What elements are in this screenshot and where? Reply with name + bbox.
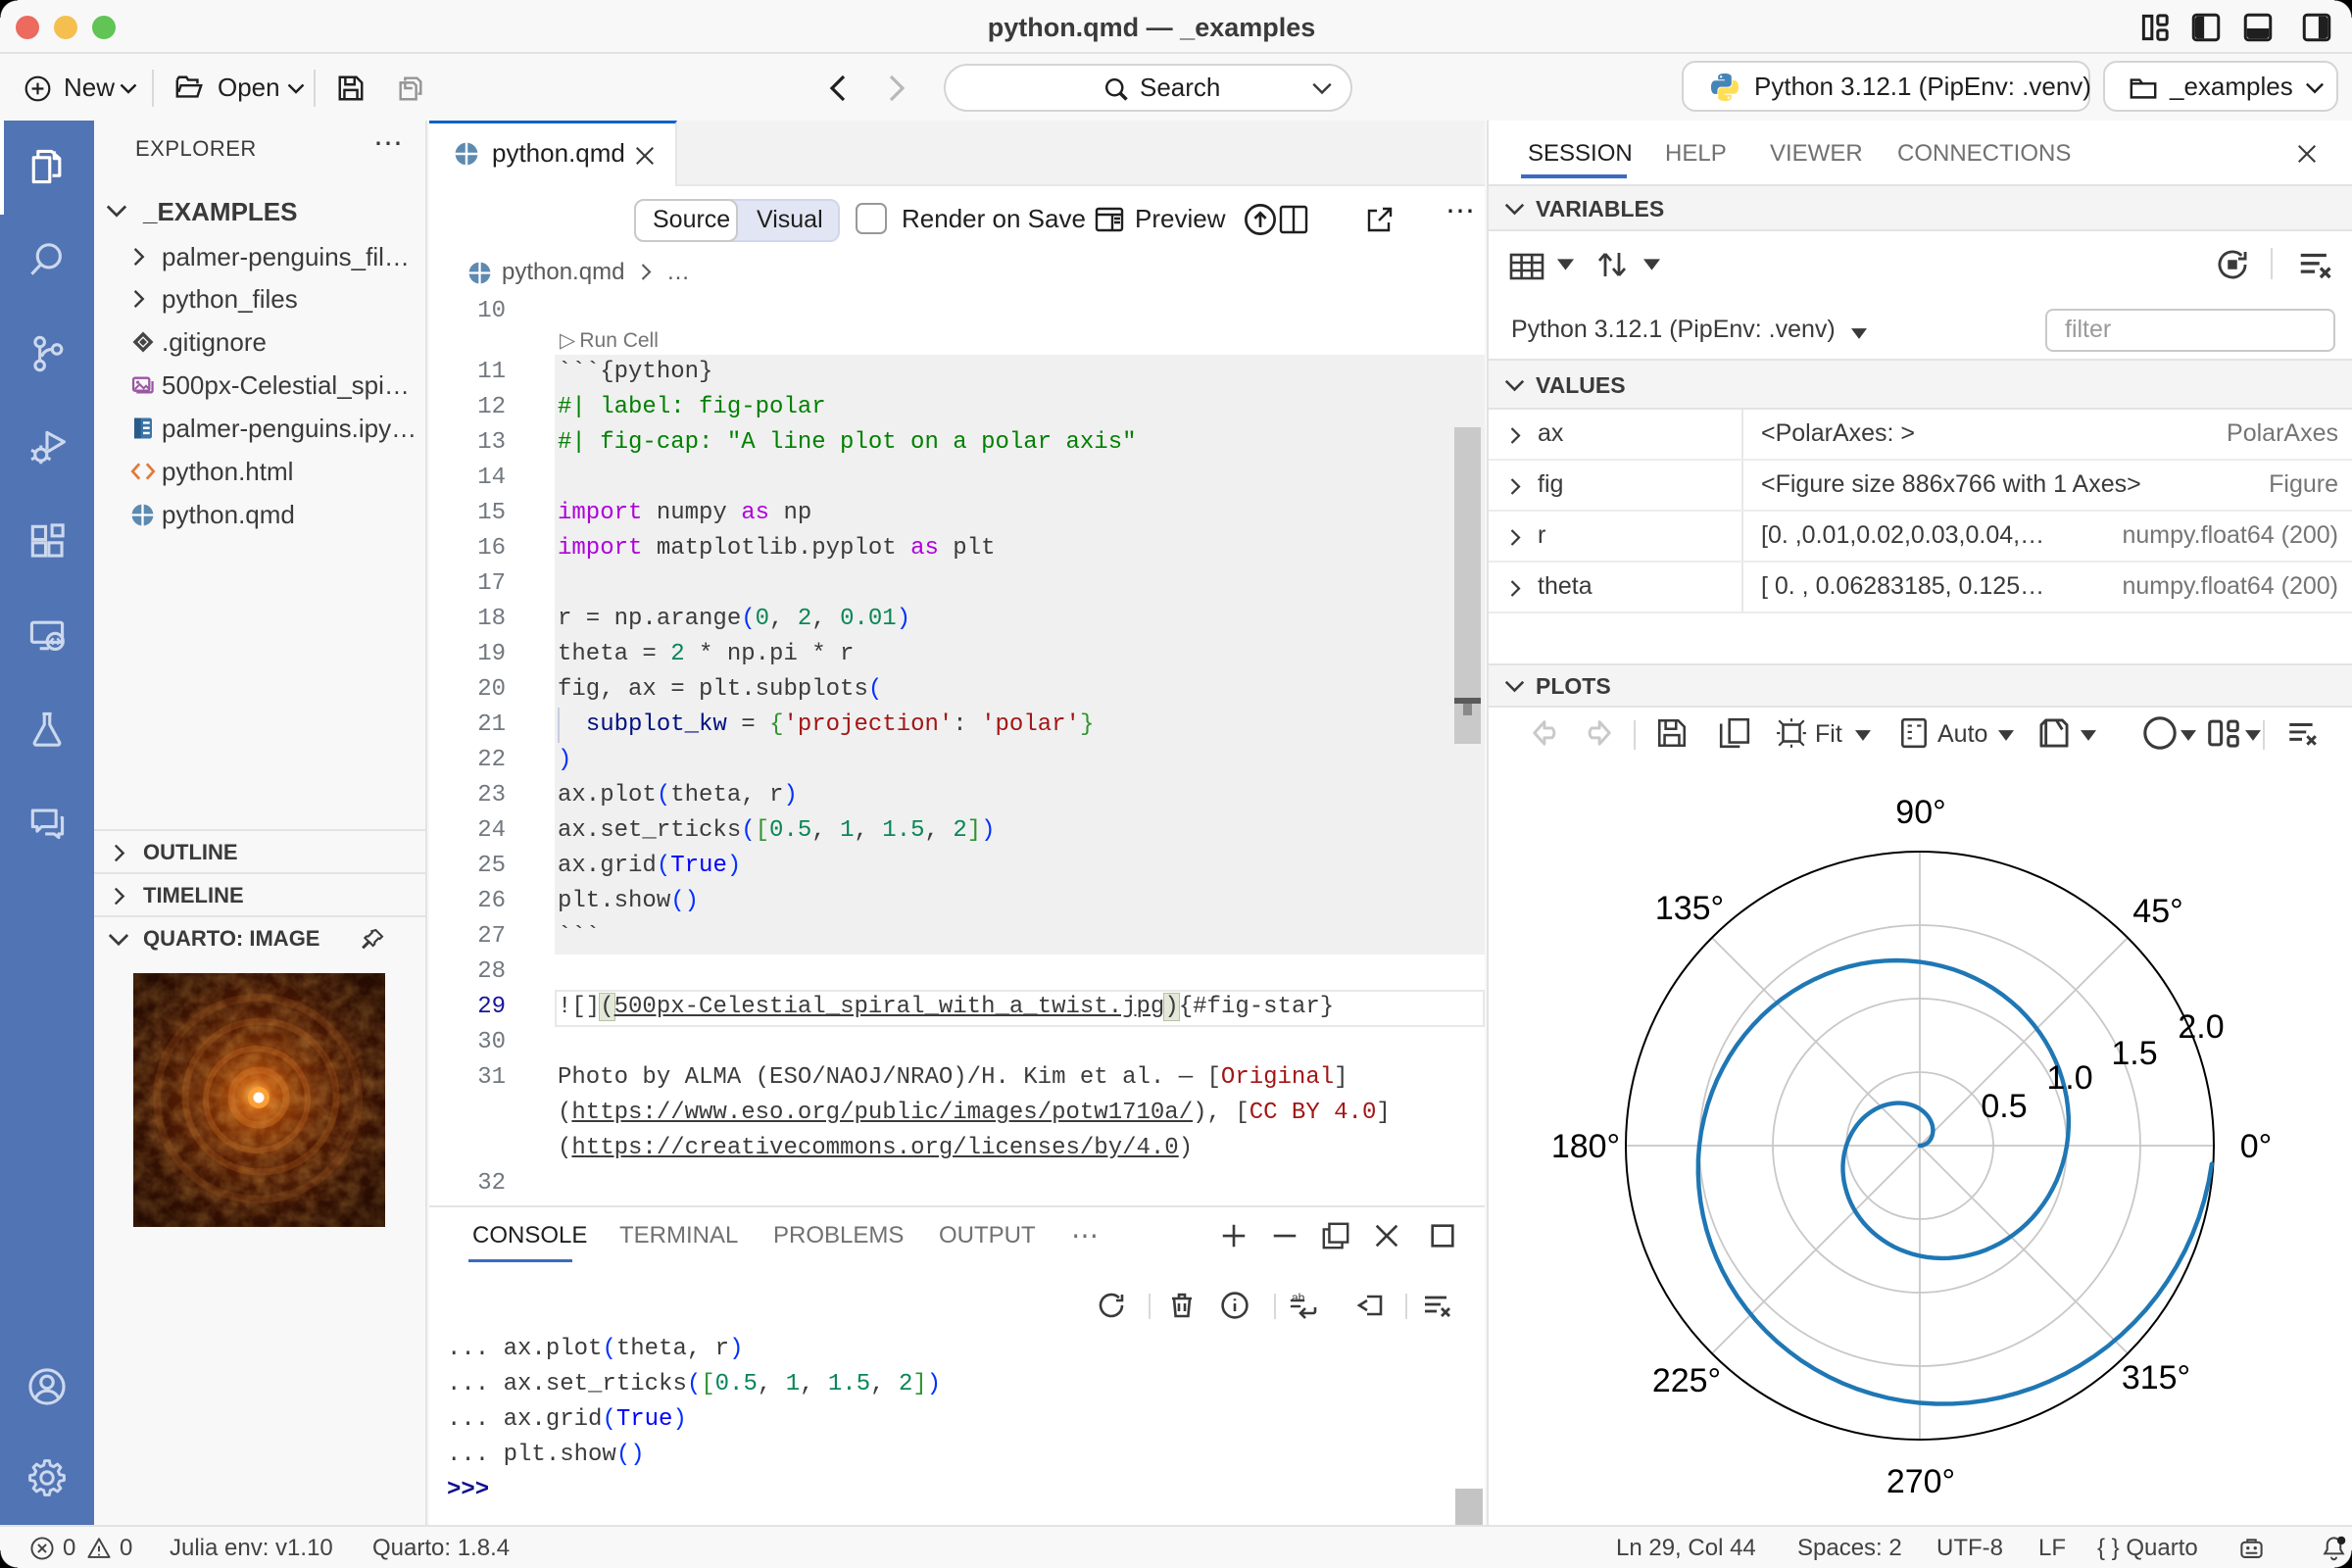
svg-text:315°: 315° [2122,1359,2190,1396]
svg-text:270°: 270° [1886,1463,1955,1500]
svg-text:2.0: 2.0 [2178,1008,2224,1046]
svg-text:45°: 45° [2132,893,2182,930]
svg-text:1.5: 1.5 [2111,1035,2157,1072]
svg-text:0.5: 0.5 [1981,1088,2027,1125]
svg-text:180°: 180° [1551,1128,1620,1165]
svg-text:225°: 225° [1652,1362,1721,1399]
svg-text:135°: 135° [1655,890,1724,927]
svg-text:90°: 90° [1895,794,1945,831]
svg-text:1.0: 1.0 [2046,1059,2092,1097]
svg-text:ab: ab [1292,1291,1305,1304]
svg-text:0°: 0° [2240,1128,2273,1165]
